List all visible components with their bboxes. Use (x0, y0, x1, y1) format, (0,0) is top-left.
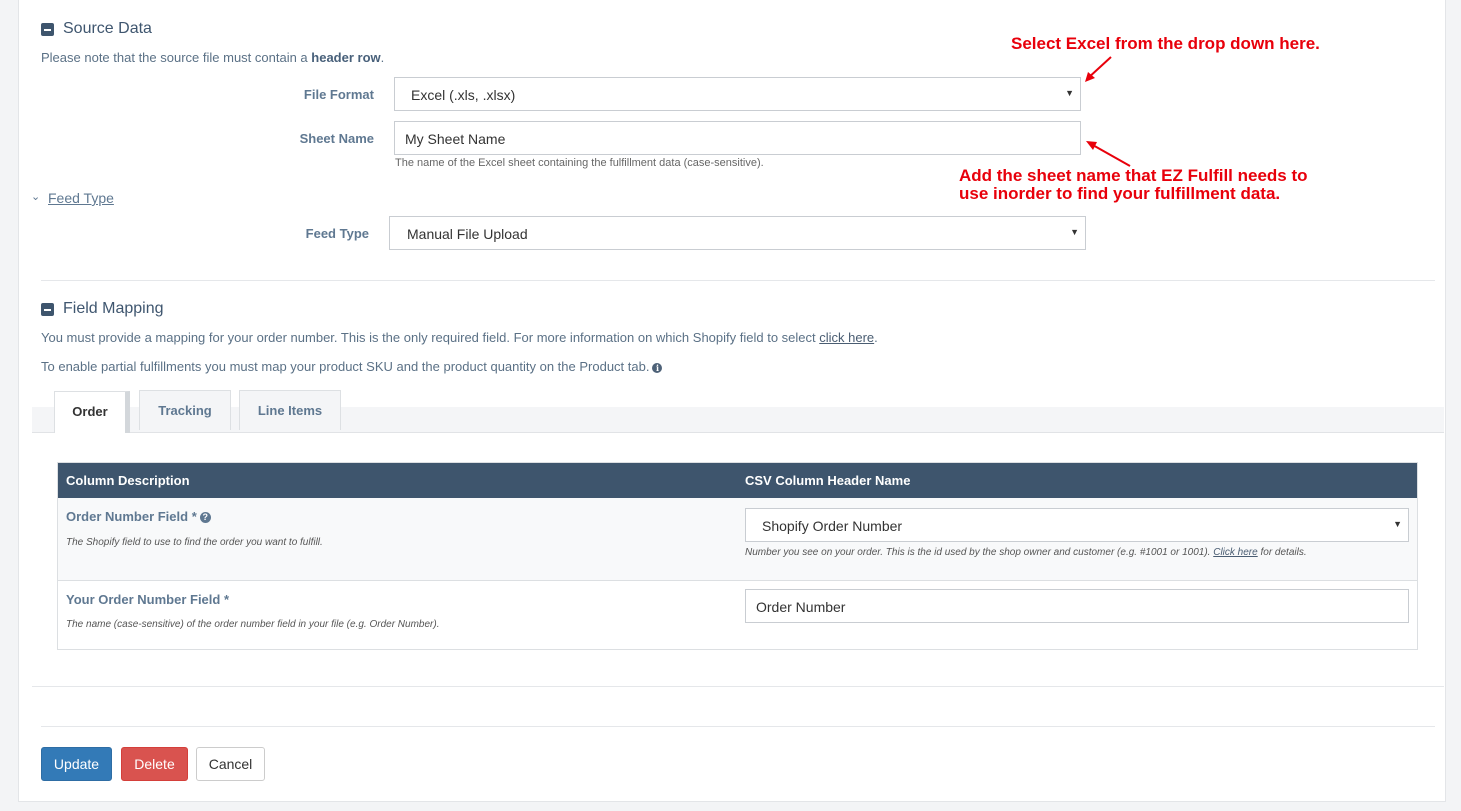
mapping-note-2-text: To enable partial fulfillments you must … (41, 359, 650, 374)
your-order-number-value: Order Number (756, 599, 846, 615)
mapping-note-2: To enable partial fulfillments you must … (41, 359, 663, 374)
arrow-to-sheet-name (1090, 143, 1131, 167)
order-number-field-help: Number you see on your order. This is th… (745, 547, 1307, 558)
order-number-help-suffix: for details. (1257, 547, 1307, 558)
question-icon[interactable]: ? (199, 512, 211, 523)
divider (41, 280, 1435, 281)
feed-type-value: Manual File Upload (407, 226, 528, 242)
tab-line-items[interactable]: Line Items (239, 390, 341, 430)
divider (41, 726, 1435, 727)
table-row: Your Order Number Field * The name (case… (58, 581, 1417, 649)
order-number-help-text: Number you see on your order. This is th… (745, 547, 1214, 558)
chevron-down-icon: ▼ (1065, 88, 1074, 98)
sheet-name-help: The name of the Excel sheet containing t… (395, 157, 764, 169)
mapping-table: Column Description CSV Column Header Nam… (57, 462, 1418, 650)
order-number-field-select[interactable]: Shopify Order Number ▼ (745, 508, 1409, 542)
feed-type-label: Feed Type (305, 226, 369, 241)
collapse-mapping-icon[interactable] (41, 303, 54, 316)
mapping-note-1-text: You must provide a mapping for your orde… (41, 330, 820, 345)
csv-column-header: CSV Column Header Name (745, 473, 911, 488)
order-number-field-name: Order Number Field *? (66, 509, 211, 524)
sheet-name-input[interactable]: My Sheet Name (394, 121, 1081, 155)
divider (32, 686, 1444, 687)
feed-type-select[interactable]: Manual File Upload ▼ (389, 216, 1086, 250)
annotation-select-excel: Select Excel from the drop down here. (1011, 34, 1320, 53)
order-number-field-desc: The Shopify field to use to find the ord… (66, 537, 323, 548)
table-header: Column Description CSV Column Header Nam… (58, 463, 1417, 498)
click-here-link[interactable]: click here (819, 330, 874, 345)
annotation-sheet-name-line2: use inorder to find your fulfillment dat… (959, 184, 1281, 203)
chevron-down-icon: ▼ (1393, 519, 1402, 529)
sheet-name-value: My Sheet Name (405, 131, 506, 147)
file-format-value: Excel (.xls, .xlsx) (411, 87, 516, 103)
source-section-title: Source Data (63, 20, 152, 37)
tab-tracking[interactable]: Tracking (139, 390, 231, 430)
sheet-name-label: Sheet Name (299, 131, 374, 146)
annotation-arrows (1085, 56, 1131, 167)
feed-type-section-link[interactable]: Feed Type (48, 190, 114, 206)
source-note-suffix: . (380, 50, 385, 65)
file-format-select[interactable]: Excel (.xls, .xlsx) ▼ (394, 77, 1081, 111)
source-note: Please note that the source file must co… (41, 50, 384, 65)
your-order-number-field-name: Your Order Number Field * (66, 592, 230, 607)
chevron-down-icon[interactable]: ⌄ (31, 190, 40, 203)
mapping-note-1: You must provide a mapping for your orde… (41, 330, 878, 345)
file-format-label: File Format (303, 87, 374, 102)
order-number-field-value: Shopify Order Number (762, 518, 903, 534)
table-row: Order Number Field *? The Shopify field … (58, 498, 1417, 581)
column-description-header: Column Description (66, 473, 190, 488)
mapping-note-1-suffix: . (874, 330, 878, 345)
collapse-source-icon[interactable] (41, 23, 54, 36)
your-order-number-field-desc: The name (case-sensitive) of the order n… (66, 619, 440, 630)
your-order-number-input[interactable]: Order Number (745, 589, 1409, 623)
cancel-button[interactable]: Cancel (196, 747, 265, 781)
update-button[interactable]: Update (41, 747, 112, 781)
order-number-field-label: Order Number Field * (66, 509, 197, 524)
source-note-bold: header row (311, 50, 381, 65)
tab-order[interactable]: Order (54, 391, 130, 433)
mapping-section-title: Field Mapping (63, 300, 164, 317)
delete-button[interactable]: Delete (121, 747, 188, 781)
info-icon[interactable]: i (652, 363, 663, 373)
source-note-text: Please note that the source file must co… (41, 50, 312, 65)
click-here-details-link[interactable]: Click here (1213, 547, 1257, 558)
chevron-down-icon: ▼ (1070, 227, 1079, 237)
